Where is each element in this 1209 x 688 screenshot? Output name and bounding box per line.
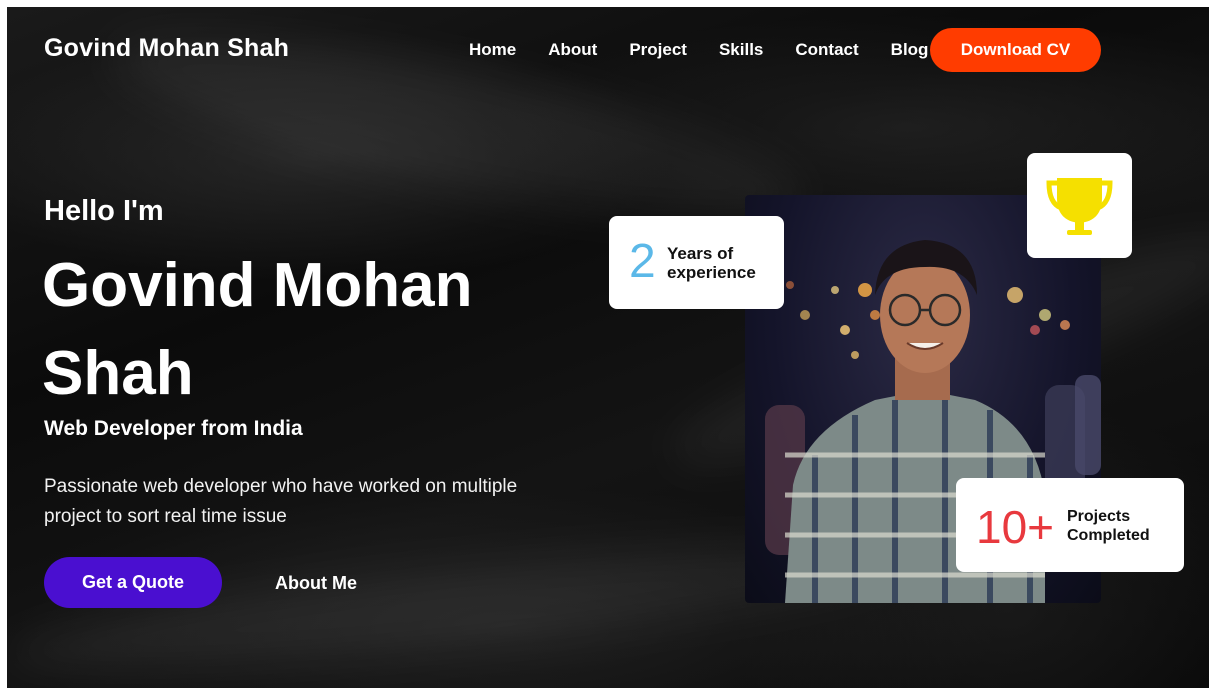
trophy-icon [1046, 178, 1113, 235]
nav-blog[interactable]: Blog [891, 40, 929, 60]
about-me-link[interactable]: About Me [275, 573, 357, 594]
nav-contact[interactable]: Contact [795, 40, 858, 60]
hero-name: Govind Mohan Shah [42, 251, 473, 408]
projects-card: 10+ Projects Completed [956, 478, 1184, 572]
nav-home[interactable]: Home [469, 40, 516, 60]
nav-project[interactable]: Project [629, 40, 687, 60]
nav-about[interactable]: About [548, 40, 597, 60]
hero-role: Web Developer from India [44, 417, 303, 440]
nav-skills[interactable]: Skills [719, 40, 763, 60]
projects-value: 10+ [976, 501, 1055, 553]
experience-value: 2 [629, 235, 656, 288]
trophy-card [1027, 153, 1132, 258]
hero-section: Govind Mohan Shah Home About Project Ski… [7, 7, 1209, 688]
hero-greeting: Hello I'm [44, 195, 164, 227]
experience-card: 2 Years of experience [609, 216, 784, 309]
projects-label: Projects Completed [1067, 508, 1150, 544]
experience-label: Years of experience [667, 244, 756, 282]
hero-description: Passionate web developer who have worked… [44, 476, 518, 527]
download-cv-button[interactable]: Download CV [930, 28, 1101, 72]
get-quote-button[interactable]: Get a Quote [44, 557, 222, 608]
main-nav: Home About Project Skills Contact Blog [469, 40, 960, 60]
brand-logo[interactable]: Govind Mohan Shah [44, 34, 289, 63]
